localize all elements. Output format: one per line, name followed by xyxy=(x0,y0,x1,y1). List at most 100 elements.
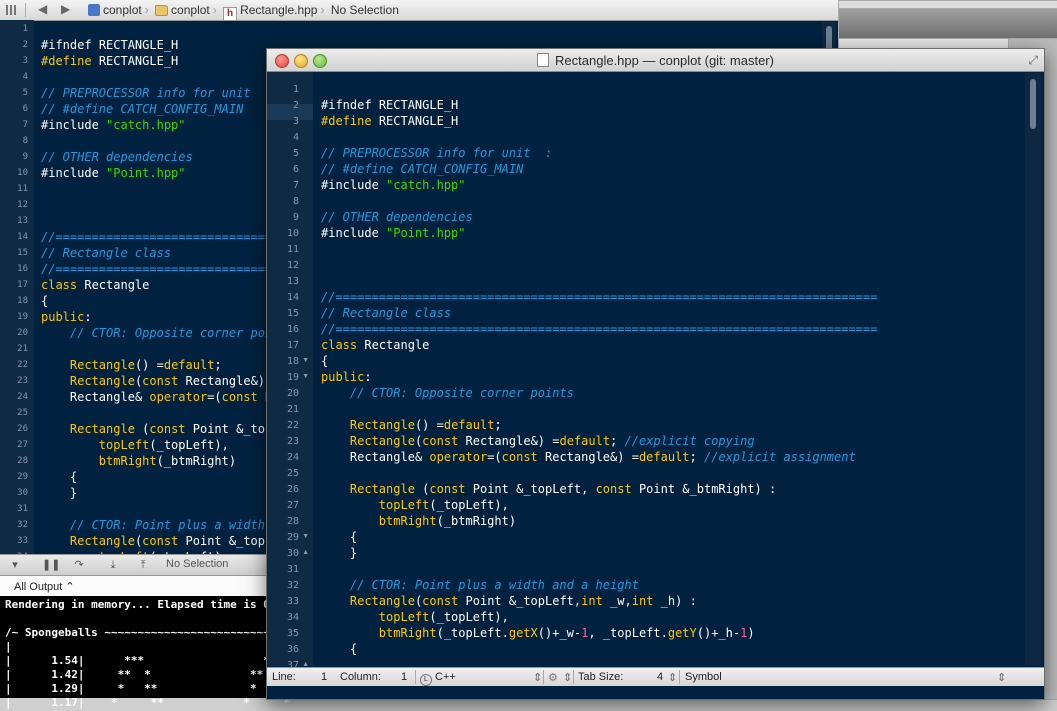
code-line: #define RECTANGLE_H xyxy=(321,114,459,128)
console-line: | 1.17| * ** * * xyxy=(5,696,290,709)
related-items-icon[interactable] xyxy=(6,5,16,15)
line-number: 3 xyxy=(22,56,28,66)
line-number: 1 xyxy=(292,84,299,95)
line-label: Line: xyxy=(272,671,296,683)
debug-selection[interactable]: No Selection xyxy=(166,558,228,570)
line-number: 5 xyxy=(292,148,299,159)
line-number: 31 xyxy=(286,564,299,575)
chevron-left-icon[interactable]: ◀ xyxy=(38,2,47,16)
header-file-icon: h xyxy=(223,7,238,21)
code-line: #include "catch.hpp" xyxy=(321,178,466,192)
breadcrumb-file[interactable]: h Rectangle.hpp xyxy=(223,3,318,21)
code-line: #include "Point.hpp" xyxy=(321,226,466,240)
step-into-icon[interactable]: ⤓ xyxy=(106,558,120,572)
line-number-gutter: 1 2 3 4 5 6 7 8 9 10 11 12 13 14 15 16 17 18 19 20 21 22 23 24 2… xyxy=(0,20,34,562)
language-icon: L xyxy=(420,674,432,686)
line-number: 29 xyxy=(17,472,28,482)
breadcrumb-project[interactable]: conplot xyxy=(88,3,142,17)
line-number: 25 xyxy=(17,408,28,418)
code-line: btmRight(_topLeft.getX()+_w-1, _topLeft.… xyxy=(378,626,755,640)
line-number: 2 xyxy=(22,40,28,50)
tab-size-value[interactable]: 4 xyxy=(657,671,663,683)
code-line: // CTOR: Opposite corner points xyxy=(321,386,574,400)
symbol-popup[interactable]: Symbol xyxy=(685,671,722,683)
breadcrumb-label: Rectangle.hpp xyxy=(240,3,318,17)
code-line: #ifndef RECTANGLE_H xyxy=(41,38,179,52)
chevron-right-icon[interactable]: ▶ xyxy=(61,2,70,16)
line-number: 12 xyxy=(286,260,299,271)
code-line: // #define CATCH_CONFIG_MAIN xyxy=(321,162,524,176)
code-line: { xyxy=(41,470,78,484)
line-number: 36 xyxy=(286,644,299,655)
code-line: //======================================… xyxy=(321,322,878,336)
line-number: 18 xyxy=(286,356,299,367)
vertical-scrollbar[interactable] xyxy=(1025,73,1041,665)
line-number: 24 xyxy=(17,392,28,402)
code-editor[interactable]: #ifndef RECTANGLE_H #define RECTANGLE_H //… xyxy=(321,72,1021,666)
hide-debug-area-icon[interactable]: ▾ xyxy=(8,558,22,572)
line-number: 14 xyxy=(286,292,299,303)
code-line: #define RECTANGLE_H xyxy=(41,54,179,68)
gear-icon[interactable]: ⚙ xyxy=(548,671,558,684)
fold-open-icon[interactable]: ▼ xyxy=(302,373,309,380)
line-number: 19 xyxy=(286,372,299,383)
editor-window: Rectangle.hpp — conplot (git: master) ⤢ … xyxy=(266,48,1045,700)
scrollbar-thumb[interactable] xyxy=(1030,79,1036,129)
fold-open-icon[interactable]: ▼ xyxy=(302,357,309,364)
line-number: 8 xyxy=(292,196,299,207)
code-line: topLeft(_topLeft), xyxy=(378,498,509,512)
popup-arrows-icon: ⇕ xyxy=(563,672,573,684)
fold-close-icon[interactable]: ▲ xyxy=(302,549,309,556)
code-line: //======================================… xyxy=(321,290,878,304)
line-number: 4 xyxy=(22,72,28,82)
line-number: 10 xyxy=(17,168,28,178)
line-number: 2 xyxy=(292,100,299,111)
output-filter-popup[interactable]: All Output ⌃ xyxy=(14,580,75,593)
code-line: { xyxy=(321,530,358,544)
code-line: Rectangle(const Rectangle&) =default; //… xyxy=(349,434,755,448)
line-number: 22 xyxy=(17,360,28,370)
code-line: #ifndef RECTANGLE_H xyxy=(321,98,459,112)
line-number: 3 xyxy=(292,116,299,127)
pause-icon[interactable]: ❚❚ xyxy=(42,558,60,572)
divider xyxy=(573,670,574,684)
code-line: // CTOR: Opposite corner points xyxy=(41,326,294,340)
line-number: 21 xyxy=(286,404,299,415)
code-line: btmRight(_btmRight) xyxy=(98,454,237,468)
line-number-gutter: 1 2 3 4 5 6 7 8 9 10 11 12 13 14 15 16 17 18 ▼ 19 ▼ 20 21 22 23 2… xyxy=(267,72,313,671)
document-icon[interactable] xyxy=(537,53,550,67)
divider xyxy=(415,670,416,684)
line-number: 32 xyxy=(286,580,299,591)
popup-arrows-icon: ⇕ xyxy=(668,672,678,684)
step-over-icon[interactable]: ↷ xyxy=(72,558,86,572)
line-number: 24 xyxy=(286,452,299,463)
line-number: 19 xyxy=(17,312,28,322)
divider xyxy=(25,3,26,17)
window-title: Rectangle.hpp — conplot (git: master) xyxy=(267,53,1044,68)
folder-icon xyxy=(155,5,169,16)
status-bar: Line: 1 Column: 1 L C++ ⇕ ⚙ ⇕ Tab Size: 4… xyxy=(267,667,1044,686)
code-line: { xyxy=(321,642,358,656)
code-line: #include "catch.hpp" xyxy=(41,118,186,132)
line-number: 15 xyxy=(17,248,28,258)
code-line: // PREPROCESSOR info for unit : xyxy=(321,146,553,160)
fullscreen-icon[interactable]: ⤢ xyxy=(1028,53,1038,68)
title-bar[interactable]: Rectangle.hpp — conplot (git: master) ⤢ xyxy=(267,49,1044,72)
line-number: 23 xyxy=(17,376,28,386)
code-line: // OTHER dependencies xyxy=(321,210,473,224)
fold-open-icon[interactable]: ▼ xyxy=(302,533,309,540)
line-number: 9 xyxy=(22,152,28,162)
line-number: 15 xyxy=(286,308,299,319)
popup-arrows-icon: ⇕ xyxy=(997,672,1007,684)
chevron-right-icon: › xyxy=(320,3,325,17)
line-number: 21 xyxy=(17,344,28,354)
code-line: public: xyxy=(41,310,92,324)
line-number: 20 xyxy=(286,388,299,399)
language-label: C++ xyxy=(435,671,456,683)
language-popup[interactable]: L C++ xyxy=(420,671,456,686)
line-number: 34 xyxy=(286,612,299,623)
breadcrumb-symbol[interactable]: No Selection xyxy=(331,3,399,17)
step-out-icon[interactable]: ⤒ xyxy=(136,558,150,572)
line-number: 26 xyxy=(286,484,299,495)
breadcrumb-folder[interactable]: conplot xyxy=(155,3,210,17)
